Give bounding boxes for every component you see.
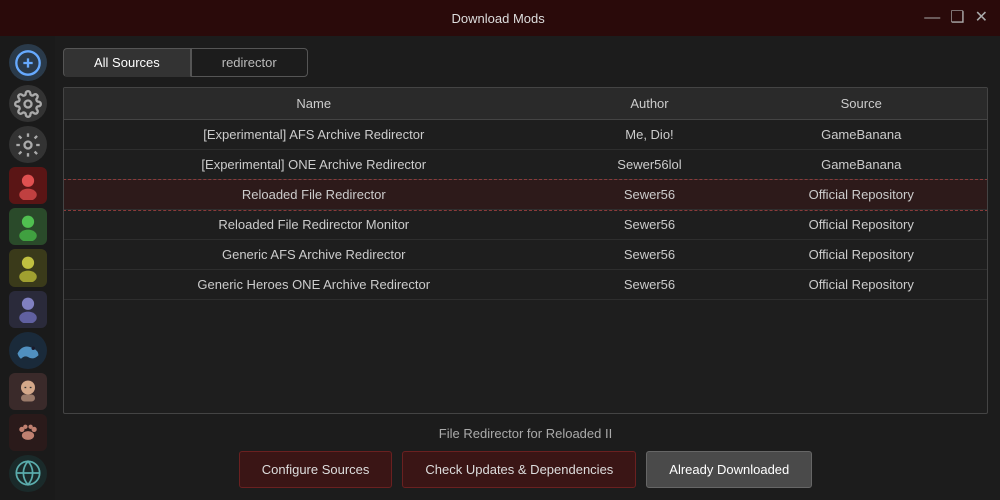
sidebar-icon-globe[interactable] xyxy=(9,455,47,492)
close-button[interactable]: ✕ xyxy=(975,10,988,26)
configure-sources-button[interactable]: Configure Sources xyxy=(239,451,393,488)
maximize-button[interactable]: ❑ xyxy=(950,10,964,26)
bottom-area: File Redirector for Reloaded II Configur… xyxy=(63,426,988,488)
mods-table-container: Name Author Source [Experimental] AFS Ar… xyxy=(63,87,988,414)
sidebar-icon-char4[interactable] xyxy=(9,291,47,328)
cell-source: GameBanana xyxy=(735,120,987,150)
already-downloaded-button[interactable]: Already Downloaded xyxy=(646,451,812,488)
cell-name: Generic Heroes ONE Archive Redirector xyxy=(64,270,564,300)
cell-source: Official Repository xyxy=(735,210,987,240)
col-header-author: Author xyxy=(564,88,736,120)
table-row[interactable]: Reloaded File Redirector Monitor Sewer56… xyxy=(64,210,987,240)
mods-table: Name Author Source [Experimental] AFS Ar… xyxy=(64,88,987,300)
cell-name: [Experimental] AFS Archive Redirector xyxy=(64,120,564,150)
sidebar xyxy=(0,36,55,500)
table-row[interactable]: Reloaded File Redirector Sewer56 Officia… xyxy=(64,180,987,210)
title-bar: Download Mods — ❑ ✕ xyxy=(0,0,1000,36)
cell-name: Reloaded File Redirector xyxy=(64,180,564,210)
cell-name: [Experimental] ONE Archive Redirector xyxy=(64,150,564,180)
cell-author: Sewer56 xyxy=(564,180,736,210)
cell-author: Sewer56lol xyxy=(564,150,736,180)
cell-author: Sewer56 xyxy=(564,270,736,300)
table-row[interactable]: Generic AFS Archive Redirector Sewer56 O… xyxy=(64,240,987,270)
tab-redirector[interactable]: redirector xyxy=(191,48,308,77)
table-row[interactable]: Generic Heroes ONE Archive Redirector Se… xyxy=(64,270,987,300)
table-row[interactable]: [Experimental] ONE Archive Redirector Se… xyxy=(64,150,987,180)
check-updates-button[interactable]: Check Updates & Dependencies xyxy=(402,451,636,488)
sidebar-icon-char2[interactable] xyxy=(9,208,47,245)
main-layout: All Sources redirector Name Author Sourc… xyxy=(0,36,1000,500)
sidebar-icon-dolphin[interactable] xyxy=(9,332,47,369)
sidebar-icon-char1[interactable] xyxy=(9,167,47,204)
sidebar-icon-paw[interactable] xyxy=(9,414,47,451)
selected-mod-subtitle: File Redirector for Reloaded II xyxy=(63,426,988,441)
sidebar-icon-anime[interactable] xyxy=(9,373,47,410)
cell-author: Sewer56 xyxy=(564,210,736,240)
cell-author: Me, Dio! xyxy=(564,120,736,150)
minimize-button[interactable]: — xyxy=(924,10,940,26)
col-header-source: Source xyxy=(735,88,987,120)
cell-name: Generic AFS Archive Redirector xyxy=(64,240,564,270)
content-area: All Sources redirector Name Author Sourc… xyxy=(55,36,1000,500)
cell-author: Sewer56 xyxy=(564,240,736,270)
table-row[interactable]: [Experimental] AFS Archive Redirector Me… xyxy=(64,120,987,150)
cell-source: GameBanana xyxy=(735,150,987,180)
sidebar-icon-gear[interactable] xyxy=(9,85,47,122)
sidebar-icon-settings2[interactable] xyxy=(9,126,47,163)
sidebar-icon-char3[interactable] xyxy=(9,249,47,286)
sidebar-icon-add[interactable] xyxy=(9,44,47,81)
tab-bar: All Sources redirector xyxy=(63,48,988,77)
cell-source: Official Repository xyxy=(735,270,987,300)
col-header-name: Name xyxy=(64,88,564,120)
cell-source: Official Repository xyxy=(735,180,987,210)
window-controls: — ❑ ✕ xyxy=(924,10,988,26)
cell-source: Official Repository xyxy=(735,240,987,270)
tab-all-sources[interactable]: All Sources xyxy=(63,48,191,77)
action-buttons: Configure Sources Check Updates & Depend… xyxy=(63,451,988,488)
cell-name: Reloaded File Redirector Monitor xyxy=(64,210,564,240)
window-title: Download Mods xyxy=(72,11,924,26)
